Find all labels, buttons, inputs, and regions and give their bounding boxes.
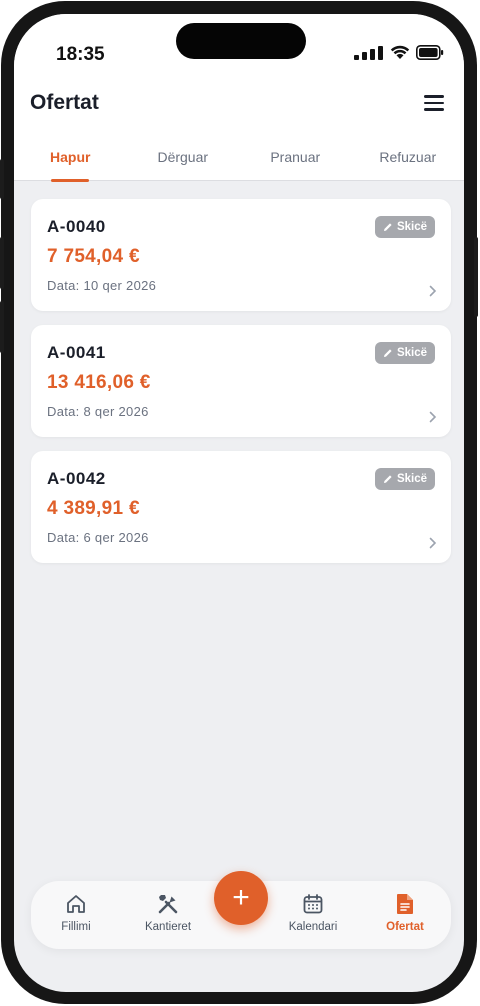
- screen: 18:35 Ofertat Hapur Dërguar Pranuar Refu…: [14, 14, 464, 992]
- nav-label: Fillimi: [61, 921, 91, 933]
- volume-down-button: [0, 301, 4, 353]
- offer-amount: 7 754,04 €: [47, 246, 140, 267]
- nav-label: Kantieret: [144, 921, 192, 933]
- tab-label: Refuzuar: [379, 149, 437, 165]
- chevron-right-icon: [429, 285, 437, 297]
- mute-switch: [0, 159, 4, 199]
- nav-label: Kalendari: [288, 921, 338, 933]
- add-offer-button[interactable]: +: [214, 871, 268, 925]
- active-tab-indicator: [51, 179, 90, 182]
- offer-date: Data: 8 qer 2026: [47, 404, 149, 419]
- tab-hapur[interactable]: Hapur: [14, 141, 127, 182]
- battery-icon: [416, 45, 444, 60]
- wifi-icon: [390, 45, 410, 59]
- offer-number: A-0041: [47, 343, 106, 362]
- pencil-icon: [383, 475, 392, 483]
- hamburger-menu-icon[interactable]: [424, 94, 446, 112]
- offer-amount: 4 389,91 €: [47, 498, 140, 519]
- pencil-icon: [383, 223, 392, 231]
- offer-amount: 13 416,06 €: [47, 372, 151, 393]
- offer-card[interactable]: A-0041 13 416,06 € Data: 8 qer 2026 Skic…: [31, 325, 451, 437]
- phone-frame: 18:35 Ofertat Hapur Dërguar Pranuar Refu…: [0, 1, 478, 1004]
- status-badge: Skicë: [374, 468, 435, 490]
- offer-date: Data: 10 qer 2026: [47, 278, 157, 293]
- status-badge-label: Skicë: [396, 347, 427, 359]
- nav-item-kalendari[interactable]: Kalendari: [273, 891, 353, 933]
- offer-card[interactable]: A-0040 7 754,04 € Data: 10 qer 2026 Skic…: [31, 199, 451, 311]
- nav-item-fillimi[interactable]: Fillimi: [36, 891, 116, 933]
- tab-derguar[interactable]: Dërguar: [127, 141, 240, 181]
- status-badge-label: Skicë: [396, 473, 427, 485]
- volume-up-button: [0, 237, 4, 289]
- offer-number: A-0042: [47, 469, 106, 488]
- app-header: 18:35 Ofertat Hapur Dërguar Pranuar Refu…: [14, 14, 465, 182]
- status-badge: Skicë: [374, 342, 435, 364]
- offer-card[interactable]: A-0042 4 389,91 € Data: 6 qer 2026 Skicë: [31, 451, 451, 563]
- signal-icon: [354, 45, 383, 60]
- nav-item-ofertat[interactable]: Ofertat: [365, 891, 445, 933]
- nav-item-kantieret[interactable]: Kantieret: [128, 891, 208, 933]
- tab-refuzuar[interactable]: Refuzuar: [352, 141, 465, 181]
- offer-list: A-0040 7 754,04 € Data: 10 qer 2026 Skic…: [31, 199, 451, 577]
- tools-icon: [128, 891, 208, 917]
- status-time: 18:35: [56, 44, 105, 65]
- pencil-icon: [383, 349, 392, 357]
- tab-pranuar[interactable]: Pranuar: [239, 141, 352, 181]
- nav-label: Ofertat: [386, 921, 424, 933]
- tab-label: Pranuar: [270, 149, 321, 165]
- offer-date: Data: 6 qer 2026: [47, 530, 149, 545]
- chevron-right-icon: [429, 537, 437, 549]
- status-badge-label: Skicë: [396, 221, 427, 233]
- tab-label: Hapur: [50, 149, 91, 165]
- power-button: [474, 237, 478, 317]
- page-title: Ofertat: [30, 91, 99, 114]
- chevron-right-icon: [429, 411, 437, 423]
- status-tabs: Hapur Dërguar Pranuar Refuzuar: [14, 141, 465, 182]
- offer-number: A-0040: [47, 217, 106, 236]
- tab-label: Dërguar: [157, 149, 209, 165]
- status-badge: Skicë: [374, 216, 435, 238]
- document-icon: [365, 891, 445, 917]
- status-icons: [354, 45, 444, 60]
- calendar-icon: [273, 891, 353, 917]
- dynamic-island: [176, 23, 306, 59]
- bottom-nav: Fillimi Kantieret + Kalendari Ofertat: [31, 871, 451, 949]
- home-icon: [36, 891, 116, 917]
